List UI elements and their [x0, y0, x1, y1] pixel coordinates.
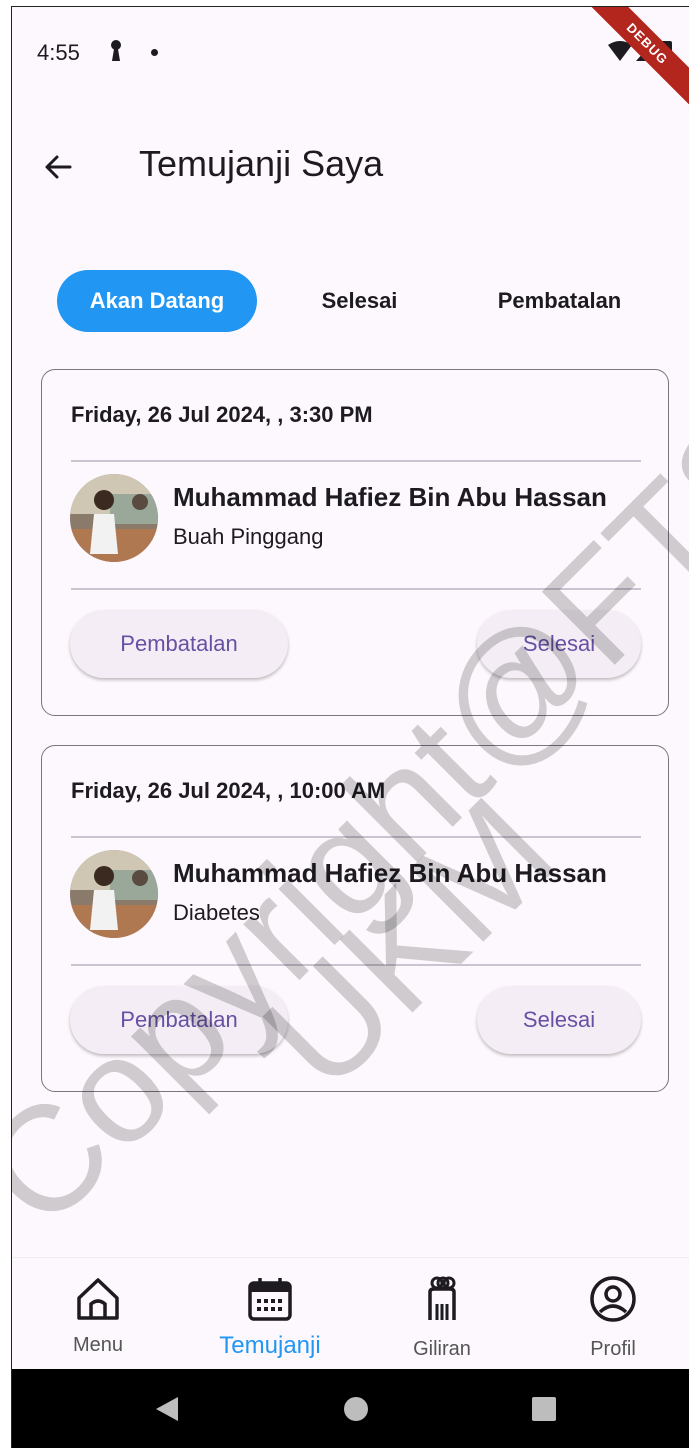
recents-square-icon[interactable]	[531, 1396, 557, 1422]
divider	[71, 460, 641, 462]
nav-label-queue: Giliran	[413, 1338, 471, 1360]
appointment-card: Friday, 26 Jul 2024, , 3:30 PM Muhammad …	[41, 369, 669, 716]
nav-item-queue[interactable]: Giliran	[382, 1258, 502, 1368]
notification-dot-icon	[151, 49, 158, 56]
back-triangle-icon[interactable]	[152, 1395, 180, 1423]
keyhole-icon	[111, 40, 121, 61]
page-title: Temujanji Saya	[139, 143, 384, 184]
status-time: 4:55	[37, 40, 80, 65]
doctor-name: Muhammad Hafiez Bin Abu Hassan	[173, 482, 607, 512]
doctor-specialty: Diabetes	[173, 900, 260, 925]
tab-upcoming[interactable]: Akan Datang	[57, 270, 257, 332]
appointment-datetime: Friday, 26 Jul 2024, , 3:30 PM	[71, 402, 373, 427]
divider	[71, 836, 641, 838]
system-navigation-bar	[12, 1369, 689, 1448]
tab-completed[interactable]: Selesai	[277, 270, 442, 332]
doctor-avatar	[70, 474, 158, 562]
back-arrow-icon[interactable]	[38, 147, 78, 187]
nav-label-profile: Profil	[590, 1338, 636, 1360]
doctor-name: Muhammad Hafiez Bin Abu Hassan	[173, 858, 607, 888]
complete-appointment-button[interactable]: Selesai	[477, 986, 641, 1054]
nav-label-menu: Menu	[72, 1334, 124, 1356]
queue-icon	[428, 1276, 456, 1320]
complete-appointment-button[interactable]: Selesai	[477, 610, 641, 678]
appointment-card: Friday, 26 Jul 2024, , 10:00 AM Muhammad…	[41, 745, 669, 1092]
doctor-avatar	[70, 850, 158, 938]
divider	[71, 964, 641, 966]
home-circle-icon[interactable]	[342, 1395, 370, 1423]
home-icon	[77, 1278, 119, 1320]
bottom-navigation: Menu Temujanji Giliran Profil	[12, 1257, 689, 1368]
appointment-datetime: Friday, 26 Jul 2024, , 10:00 AM	[71, 778, 386, 803]
divider	[71, 588, 641, 590]
status-bar: 4:55 DEBUG	[12, 7, 689, 114]
appointment-tabs: Akan Datang Selesai Pembatalan	[12, 270, 689, 334]
nav-item-profile[interactable]: Profil	[553, 1258, 673, 1368]
doctor-specialty: Buah Pinggang	[173, 524, 324, 549]
app-screen: 4:55 DEBUG Temujanji Saya Akan Datang Se…	[11, 6, 689, 1448]
tab-cancelled[interactable]: Pembatalan	[462, 270, 657, 332]
cancel-appointment-button[interactable]: Pembatalan	[70, 610, 288, 678]
calendar-icon	[248, 1278, 292, 1321]
profile-icon	[590, 1276, 636, 1322]
cancel-appointment-button[interactable]: Pembatalan	[70, 986, 288, 1054]
app-bar: Temujanji Saya	[12, 117, 689, 207]
nav-item-appointments[interactable]: Temujanji	[210, 1258, 330, 1368]
nav-item-menu[interactable]: Menu	[38, 1258, 158, 1368]
nav-label-appointments: Temujanji	[219, 1332, 321, 1359]
